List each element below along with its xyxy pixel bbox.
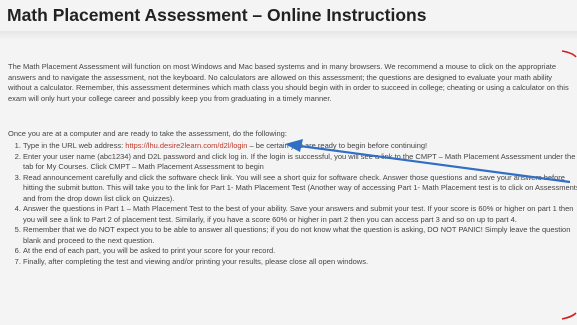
step-4: Answer the questions in Part 1 – Math Pl…	[23, 204, 577, 225]
step-7: Finally, after completing the test and v…	[23, 257, 577, 268]
step-1-before: Type in the URL web address:	[23, 141, 126, 150]
step-1: Type in the URL web address: https://lhu…	[23, 141, 577, 152]
title-underline	[0, 31, 577, 40]
intro-paragraph: The Math Placement Assessment will funct…	[8, 62, 569, 103]
step-3: Read announcement carefully and click th…	[23, 173, 577, 205]
login-url-link[interactable]: https://lhu.desire2learn.com/d2l/login	[125, 141, 247, 150]
page-title: Math Placement Assessment – Online Instr…	[7, 5, 427, 25]
red-bracket-arc-bottom	[561, 312, 577, 320]
step-5: Remember that we do NOT expect you to be…	[23, 225, 577, 246]
step-2: Enter your user name (abc1234) and D2L p…	[23, 152, 577, 173]
step-1-after: – be certain you are ready to begin befo…	[247, 141, 428, 150]
red-bracket-arc-top	[561, 50, 577, 58]
instruction-steps: Type in the URL web address: https://lhu…	[8, 141, 577, 267]
step-6: At the end of each part, you will be ask…	[23, 246, 577, 257]
instructions-lead: Once you are at a computer and are ready…	[8, 129, 287, 138]
